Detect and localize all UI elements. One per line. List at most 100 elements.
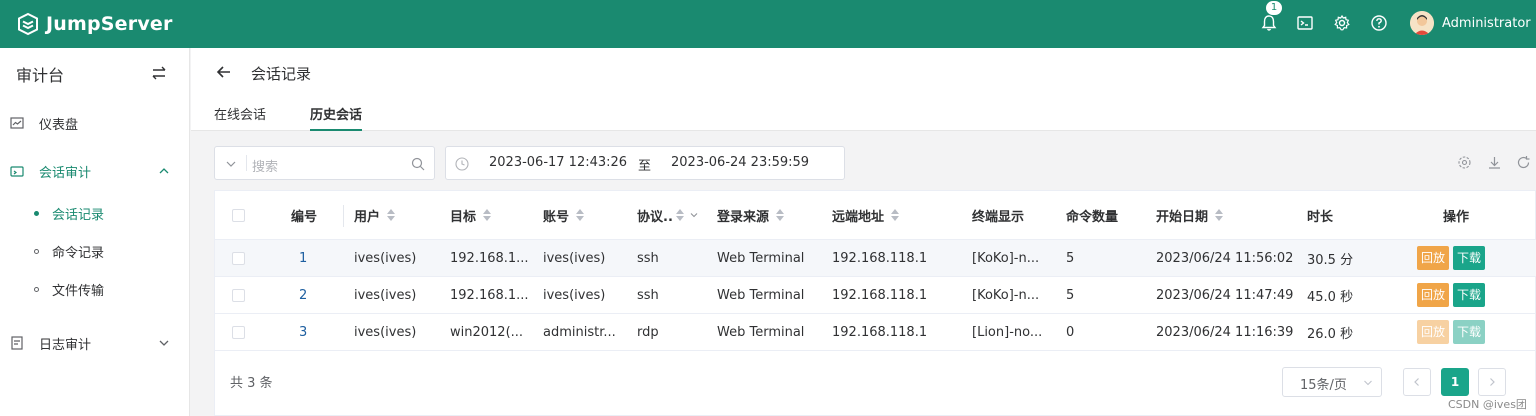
notification-badge: 1 [1265,0,1283,16]
date-end-input[interactable]: 2023-06-24 23:59:59 [671,155,809,170]
replay-button[interactable]: 回放 [1417,283,1450,307]
log-audit-icon [11,336,23,350]
sort-icon[interactable] [482,208,492,222]
table-row[interactable]: 1 ives(ives) 192.168.1... ives(ives) ssh… [215,240,1536,277]
page-size-select[interactable]: 15条/页 [1282,367,1382,397]
table-row[interactable]: 3 ives(ives) win2012(... administr... rd… [215,314,1536,351]
sidebar-item-session-audit[interactable]: 会话审计 [0,151,190,191]
session-id-link[interactable]: 2 [299,277,307,313]
column-divider[interactable] [343,205,344,227]
cell-actions: 回放 下载 [1417,240,1489,276]
column-header-login-source[interactable]: 登录来源 [717,191,785,239]
cell-terminal: [KoKo]-n... [972,250,1040,266]
gear-icon[interactable] [1331,12,1353,34]
chevron-up-icon [159,168,169,174]
sidebar-subitem-file-transfer[interactable]: 文件传输 [0,271,190,307]
row-checkbox[interactable] [232,314,245,350]
column-header-duration[interactable]: 时长 [1307,191,1333,239]
divider [246,155,247,171]
cell-target: 192.168.1... [450,250,529,266]
session-id-link[interactable]: 1 [299,240,307,276]
sort-icon[interactable] [1214,208,1224,222]
back-arrow-icon[interactable] [216,64,232,80]
download-button[interactable]: 下载 [1453,246,1486,270]
date-range-picker[interactable]: 2023-06-17 12:43:26 至 2023-06-24 23:59:5… [445,146,845,180]
cell-remote-addr: 192.168.118.1 [832,250,928,266]
session-id-link[interactable]: 3 [299,314,307,350]
download-icon[interactable] [1487,155,1502,170]
cell-protocol: rdp [637,324,659,340]
column-header-terminal[interactable]: 终端显示 [972,191,1024,239]
dashboard-icon [10,117,24,129]
column-header-label: 目标 [450,209,477,225]
sidebar-subitem-label: 命令记录 [52,245,105,261]
cell-start-date: 2023/06/24 11:16:39 [1156,324,1294,340]
filter-dropdown-icon[interactable] [689,210,699,220]
sidebar-subitem-label: 会话记录 [52,207,105,223]
download-button[interactable]: 下载 [1453,283,1486,307]
search-icon[interactable] [411,157,425,171]
chevron-down-icon[interactable] [225,158,237,170]
date-start-input[interactable]: 2023-06-17 12:43:26 [489,155,627,170]
bullet-icon [34,286,39,292]
sidebar-item-log-audit[interactable]: 日志审计 [0,323,190,363]
column-header-id[interactable]: 编号 [291,191,317,239]
refresh-icon[interactable] [1516,155,1531,170]
column-header-actions: 操作 [1443,209,1470,225]
column-header-user[interactable]: 用户 [354,191,396,239]
sidebar-subitem-session-records[interactable]: 会话记录 [0,195,190,231]
tab-online-sessions[interactable]: 在线会话 [214,104,266,131]
table-row[interactable]: 2 ives(ives) 192.168.1... ives(ives) ssh… [215,277,1536,314]
column-header-remote-addr[interactable]: 远端地址 [832,191,900,239]
search-box[interactable]: 搜索 [214,146,435,180]
column-header-target[interactable]: 目标 [450,191,492,239]
replay-button[interactable]: 回放 [1417,246,1450,270]
session-audit-icon [10,166,24,177]
settings-icon[interactable] [1457,155,1472,170]
sort-icon[interactable] [575,208,585,222]
sort-icon[interactable] [890,208,900,222]
switch-view-icon[interactable] [150,64,168,82]
cell-account: administr... [543,324,616,340]
sidebar-subitem-command-records[interactable]: 命令记录 [0,233,190,269]
search-input[interactable]: 搜索 [252,156,278,175]
sidebar-title: 审计台 [16,66,65,85]
logo[interactable]: JumpServer [16,10,173,38]
sort-icon[interactable] [775,208,785,222]
chevron-left-icon [1414,378,1419,386]
cell-target: win2012(... [450,324,524,340]
sidebar-item-dashboard[interactable]: 仪表盘 [0,103,190,143]
bullet-icon [34,248,39,254]
tab-history-sessions[interactable]: 历史会话 [310,104,363,131]
avatar [1410,11,1434,35]
cell-duration: 30.5 分 [1307,252,1354,268]
column-header-label: 远端地址 [832,209,885,225]
user-name: Administrator [1442,15,1531,31]
column-header-command-count[interactable]: 命令数量 [1066,191,1118,239]
sidebar-subitem-label: 文件传输 [52,283,105,299]
cell-remote-addr: 192.168.118.1 [832,324,928,340]
row-checkbox[interactable] [232,277,245,313]
cell-actions: 回放 下载 [1417,314,1489,350]
help-icon[interactable] [1368,12,1390,34]
column-header-start-date[interactable]: 开始日期 [1156,191,1224,239]
user-menu[interactable]: Administrator [1410,10,1531,36]
download-button-disabled: 下载 [1453,320,1486,344]
select-all-checkbox[interactable] [232,191,245,239]
sort-icon[interactable] [675,208,685,222]
column-header-label: 用户 [354,209,381,225]
chevron-right-icon [1490,378,1495,386]
column-header-protocol[interactable]: 协议.. [637,191,699,239]
cell-remote-addr: 192.168.118.1 [832,287,928,303]
prev-page-button[interactable] [1403,368,1431,396]
page-button-current[interactable]: 1 [1441,368,1469,396]
cell-login-source: Web Terminal [717,287,805,303]
row-checkbox[interactable] [232,240,245,276]
cell-login-source: Web Terminal [717,250,805,266]
chevron-down-icon [159,340,169,346]
terminal-icon[interactable] [1294,12,1316,34]
date-separator: 至 [638,159,652,174]
sort-icon[interactable] [386,208,396,222]
column-header-account[interactable]: 账号 [543,191,585,239]
next-page-button[interactable] [1478,368,1506,396]
